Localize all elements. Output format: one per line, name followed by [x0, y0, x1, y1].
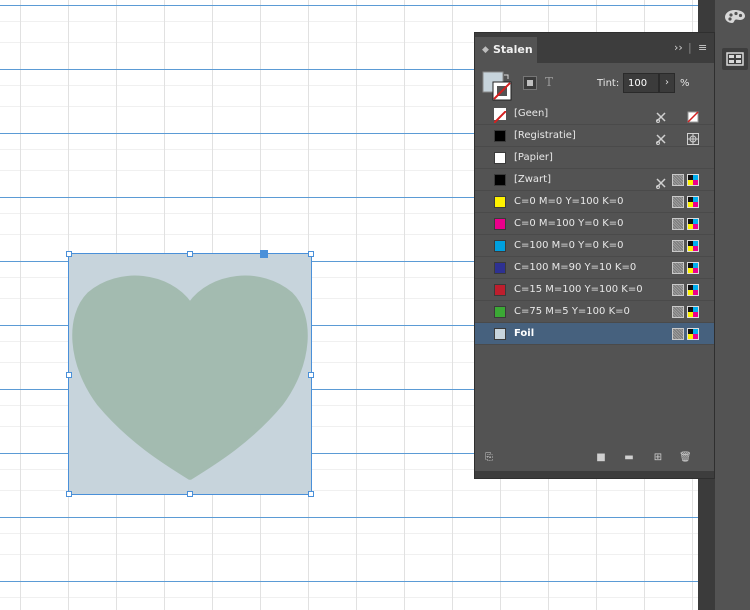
swatch-color-chip [494, 196, 506, 208]
resize-handle[interactable] [187, 251, 193, 257]
panel-resize-grip[interactable] [475, 471, 714, 478]
swatch-row[interactable]: C=100 M=90 Y=10 K=0 [475, 257, 714, 279]
tab-divider: | [688, 41, 692, 54]
scissors-lock-icon [655, 108, 667, 123]
registration-icon [687, 130, 699, 145]
swatches-panel: ◆ Stalen ›› | ≡ T Tint: 100 › % [Geen] [R… [474, 32, 715, 479]
swatch-name: C=15 M=100 Y=100 K=0 [514, 284, 643, 295]
new-swatch-icon[interactable]: ⊞ [652, 452, 664, 464]
swatch-row[interactable]: [Zwart] [475, 169, 714, 191]
panel-title: Stalen [493, 43, 533, 56]
swatch-name: C=75 M=5 Y=100 K=0 [514, 306, 630, 317]
process-icon [672, 240, 684, 252]
swatch-color-chip [494, 130, 506, 142]
swatch-row[interactable]: C=0 M=100 Y=0 K=0 [475, 213, 714, 235]
swatch-color-chip [494, 218, 506, 230]
swatch-row[interactable]: [Geen] [475, 103, 714, 125]
swatch-color-chip [494, 262, 506, 274]
swatch-row[interactable]: C=0 M=0 Y=100 K=0 [475, 191, 714, 213]
swatch-name: C=100 M=90 Y=10 K=0 [514, 262, 637, 273]
tint-unit: % [680, 78, 690, 89]
swatch-name: [Papier] [514, 152, 553, 163]
swatch-color-chip [493, 108, 507, 124]
process-icon [672, 306, 684, 318]
process-icon [672, 174, 684, 186]
swatch-color-chip [494, 152, 506, 164]
collapse-icon[interactable]: ◆ [482, 37, 489, 63]
resize-handle[interactable] [308, 251, 314, 257]
margin-guide [0, 517, 698, 518]
scissors-lock-icon [655, 174, 667, 189]
none-icon [687, 108, 699, 123]
swatch-row[interactable]: [Registratie] [475, 125, 714, 147]
swatch-row[interactable]: C=15 M=100 Y=100 K=0 [475, 279, 714, 301]
panel-footer: ⎘ ■ ▬ ⊞ 🗑 [475, 447, 714, 469]
new-color-group-icon[interactable]: ▬ [623, 452, 635, 464]
cmyk-icon [687, 174, 699, 186]
cmyk-icon [687, 328, 699, 340]
cmyk-icon [687, 196, 699, 208]
process-icon [672, 284, 684, 296]
swatch-color-chip [494, 240, 506, 252]
swatch-row[interactable]: C=75 M=5 Y=100 K=0 [475, 301, 714, 323]
fill-stroke-proxy[interactable] [482, 71, 512, 101]
show-swatch-kinds-icon[interactable]: ■ [595, 452, 607, 464]
process-icon [672, 196, 684, 208]
swatch-row[interactable]: C=100 M=0 Y=0 K=0 [475, 235, 714, 257]
panel-layout-icon[interactable] [722, 48, 748, 70]
cmyk-icon [687, 262, 699, 274]
tab-swatches[interactable]: ◆ Stalen [475, 37, 537, 63]
cmyk-icon [687, 240, 699, 252]
swatch-color-chip [494, 174, 506, 186]
resize-handle[interactable] [308, 491, 314, 497]
text-format-icon[interactable]: T [545, 75, 553, 89]
process-icon [672, 262, 684, 274]
show-all-swatches-icon[interactable]: ⎘ [483, 452, 495, 464]
process-icon [672, 218, 684, 230]
delete-swatch-icon[interactable]: 🗑 [679, 452, 692, 464]
resize-handle[interactable] [308, 372, 314, 378]
swatch-color-chip [494, 284, 506, 296]
content-grabber-handle[interactable] [260, 250, 268, 258]
margin-guide [0, 581, 698, 582]
tint-label: Tint: [597, 78, 620, 89]
swatch-name: [Geen] [514, 108, 549, 119]
cmyk-icon [687, 218, 699, 230]
scissors-lock-icon [655, 130, 667, 145]
swatches-palette-icon[interactable] [722, 6, 748, 28]
resize-handle[interactable] [66, 372, 72, 378]
swatch-row[interactable]: [Papier] [475, 147, 714, 169]
resize-handle[interactable] [66, 491, 72, 497]
swatch-color-chip [494, 328, 506, 340]
swatch-name: [Registratie] [514, 130, 576, 141]
container-format-icon[interactable] [523, 76, 537, 90]
tint-input[interactable]: 100 [623, 73, 659, 93]
resize-handle[interactable] [187, 491, 193, 497]
process-icon [672, 328, 684, 340]
cmyk-icon [687, 284, 699, 296]
swatch-name: [Zwart] [514, 174, 551, 185]
tint-dropdown-button[interactable]: › [659, 73, 675, 93]
cmyk-icon [687, 306, 699, 318]
collapse-panel-icon[interactable]: ›› [674, 41, 683, 55]
swatch-name: C=0 M=0 Y=100 K=0 [514, 196, 624, 207]
swatch-color-chip [494, 306, 506, 318]
panel-menu-icon[interactable]: ≡ [698, 41, 707, 55]
heart-graphic [72, 275, 308, 480]
swatch-list: [Geen] [Registratie] [Papier] [Zwart] C=0 M=… [475, 103, 714, 345]
swatch-name: C=0 M=100 Y=0 K=0 [514, 218, 624, 229]
panel-tab-bar: ◆ Stalen ›› | ≡ [475, 33, 714, 63]
swatch-name: Foil [514, 328, 535, 339]
swatch-name: C=100 M=0 Y=0 K=0 [514, 240, 624, 251]
swatch-row[interactable]: Foil [475, 323, 714, 345]
margin-guide [0, 5, 698, 6]
graphic-frame[interactable] [68, 253, 312, 495]
resize-handle[interactable] [66, 251, 72, 257]
